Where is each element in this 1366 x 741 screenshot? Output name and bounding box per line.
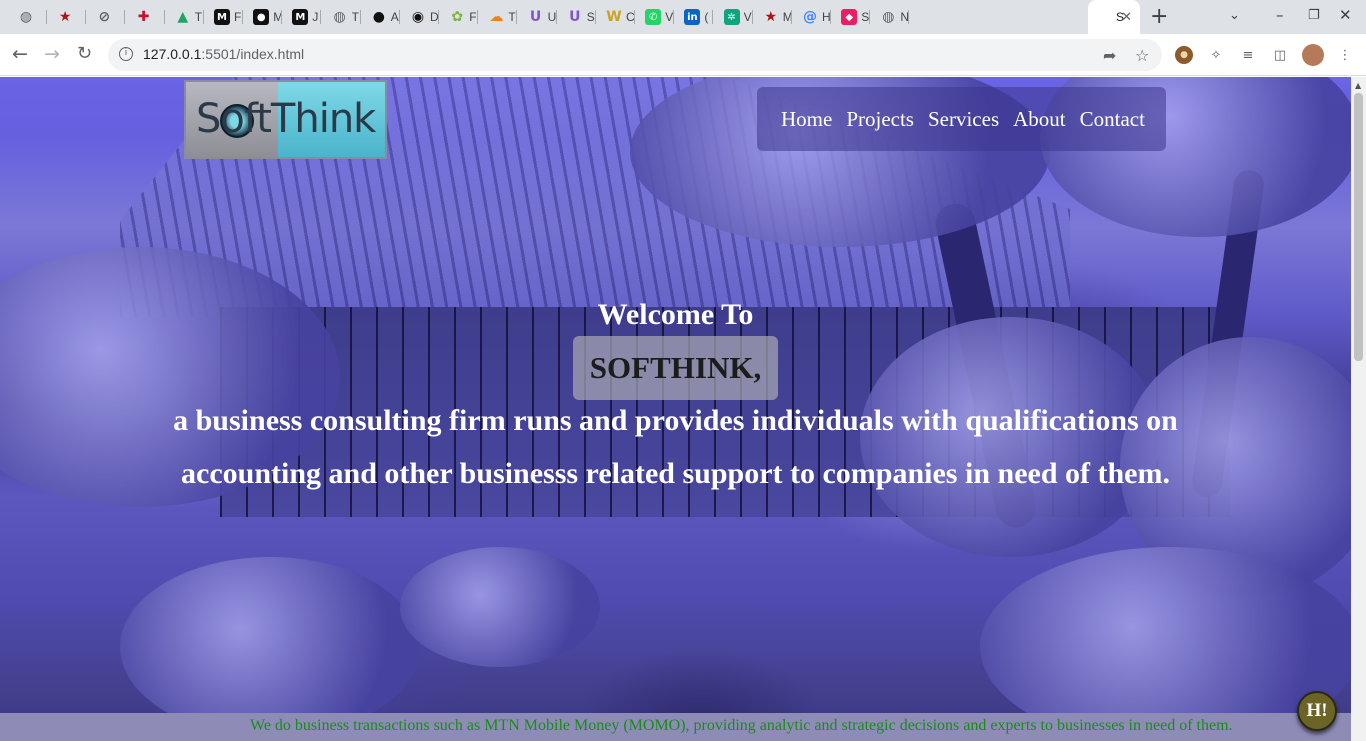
tab[interactable]: UU: [518, 4, 557, 30]
no-entry-icon: ⊘: [98, 9, 111, 25]
nav-about[interactable]: About: [1013, 107, 1066, 132]
tab-separator: [908, 10, 910, 24]
tab[interactable]: ● M: [243, 4, 282, 30]
tab[interactable]: ▲ T: [165, 4, 204, 30]
address-bar[interactable]: i 127.0.0.1:5501/index.html ➦ ☆: [108, 39, 1162, 71]
logo-text: SoftThink: [196, 96, 376, 142]
marquee-text: We do business transactions such as MTN …: [250, 717, 1233, 734]
u-icon: U: [569, 9, 581, 25]
page-icon: [1096, 9, 1112, 25]
tab[interactable]: @ H: [792, 4, 831, 30]
tab[interactable]: ◍ T: [322, 4, 361, 30]
shrub-image: [120, 557, 420, 737]
back-icon[interactable]: ←: [12, 43, 28, 65]
reload-icon[interactable]: ↻: [77, 43, 92, 65]
m-logo-icon: M: [214, 9, 230, 25]
globe-icon: ◍: [333, 9, 346, 25]
site-info-icon[interactable]: i: [119, 47, 133, 61]
tagline-line-2: accounting and other businesss related s…: [181, 457, 1170, 490]
url-path: :5501/index.html: [201, 46, 305, 62]
scroll-up-icon[interactable]: ▲: [1355, 81, 1361, 90]
marquee-bar: We do business transactions such as MTN …: [0, 713, 1351, 741]
main-nav: Home Projects Services About Contact: [757, 87, 1166, 151]
new-tab-button[interactable]: +: [1150, 6, 1168, 28]
tab[interactable]: MF: [204, 4, 243, 30]
tab-active[interactable]: S ✕: [1088, 0, 1140, 34]
cookie-icon[interactable]: ●: [1175, 46, 1193, 64]
w-icon: W: [606, 9, 622, 25]
tab[interactable]: ◍: [8, 4, 47, 30]
browser-toolbar: ← → ↻ i 127.0.0.1:5501/index.html ➦ ☆ ● …: [0, 34, 1366, 76]
hero-section: SoftThink Home Projects Services About C…: [0, 77, 1351, 741]
tab[interactable]: ◉ D: [400, 4, 439, 30]
tab-strip: ◍ ★ ⊘ ✚ ▲ T M F ● M M J ◍ T ● A ◉ D ✿ F ☁ T U U U S W C ✆ Vin(✲ V ★ M @ H ◆…: [0, 0, 1366, 34]
linkedin-icon: in: [684, 9, 701, 25]
tab[interactable]: ✿ F: [439, 4, 478, 30]
brand-name: SOFTHINK,: [573, 336, 778, 400]
forward-icon[interactable]: →: [44, 43, 60, 65]
welcome-heading: Welcome To: [597, 298, 754, 331]
tab[interactable]: US: [557, 4, 596, 30]
tab[interactable]: ☁ T: [478, 4, 517, 30]
tagline-line-1: a business consulting firm runs and prov…: [173, 404, 1178, 437]
circle-icon: ◉: [411, 9, 425, 25]
close-window-icon[interactable]: ✕: [1339, 6, 1352, 24]
nav-services[interactable]: Services: [928, 107, 999, 132]
nav-home[interactable]: Home: [781, 107, 832, 132]
bookmark-star-icon[interactable]: ☆: [1135, 46, 1149, 65]
github-icon: ●: [372, 9, 385, 25]
m-logo-icon: M: [292, 9, 309, 25]
medium-icon: ●: [253, 9, 270, 25]
at-icon: @: [803, 9, 817, 25]
star-icon: ★: [58, 9, 72, 25]
tab[interactable]: ● A: [361, 4, 400, 30]
menu-icon[interactable]: ⋮: [1336, 46, 1354, 64]
shrub-image: [400, 547, 600, 667]
share-icon[interactable]: ➦: [1103, 46, 1116, 65]
restore-icon[interactable]: ❐: [1308, 8, 1320, 23]
drive-icon: ▲: [177, 9, 189, 25]
whatsapp-icon: ✆: [645, 9, 662, 25]
flag-icon: ✚: [137, 9, 150, 25]
scrollbar[interactable]: ▲: [1351, 77, 1366, 741]
star-icon: ★: [764, 9, 778, 25]
cube-icon: ◆: [841, 9, 858, 25]
extensions-icon[interactable]: ✧: [1207, 46, 1225, 64]
media-icon[interactable]: ≡: [1239, 46, 1257, 64]
url-host: 127.0.0.1: [143, 46, 202, 62]
shrub-image: [980, 547, 1351, 741]
scrollbar-thumb[interactable]: [1354, 93, 1363, 361]
minimize-icon[interactable]: –: [1276, 6, 1284, 24]
avatar[interactable]: [1302, 44, 1324, 66]
close-tab-icon[interactable]: ✕: [1121, 10, 1132, 25]
tab[interactable]: ⊘: [86, 4, 125, 30]
side-panel-icon[interactable]: ◫: [1271, 46, 1289, 64]
tab[interactable]: ◍ N: [870, 4, 909, 30]
tab[interactable]: in(: [674, 4, 713, 30]
nav-contact[interactable]: Contact: [1080, 107, 1145, 132]
tab[interactable]: ◆ S: [831, 4, 870, 30]
tab[interactable]: ★: [47, 4, 86, 30]
tab-search-icon[interactable]: ⌄: [1229, 8, 1240, 23]
leaf-icon: ✿: [451, 9, 464, 25]
openai-icon: ✲: [723, 9, 740, 25]
u-icon: U: [529, 9, 542, 25]
nav-projects[interactable]: Projects: [846, 107, 914, 132]
tab[interactable]: ✲ V: [714, 4, 753, 30]
help-button[interactable]: H!: [1297, 691, 1337, 731]
tab[interactable]: MJ: [282, 4, 321, 30]
cloud-icon: ☁: [489, 9, 504, 25]
tab[interactable]: ✚: [126, 4, 165, 30]
globe-icon: ◍: [19, 9, 33, 25]
chrome-icon: ◍: [882, 9, 895, 25]
tab[interactable]: ★ M: [753, 4, 792, 30]
tab[interactable]: ✆ V: [635, 4, 674, 30]
url-text[interactable]: 127.0.0.1:5501/index.html: [143, 46, 304, 62]
tab[interactable]: WC: [596, 4, 635, 30]
site-logo[interactable]: SoftThink: [184, 80, 387, 159]
